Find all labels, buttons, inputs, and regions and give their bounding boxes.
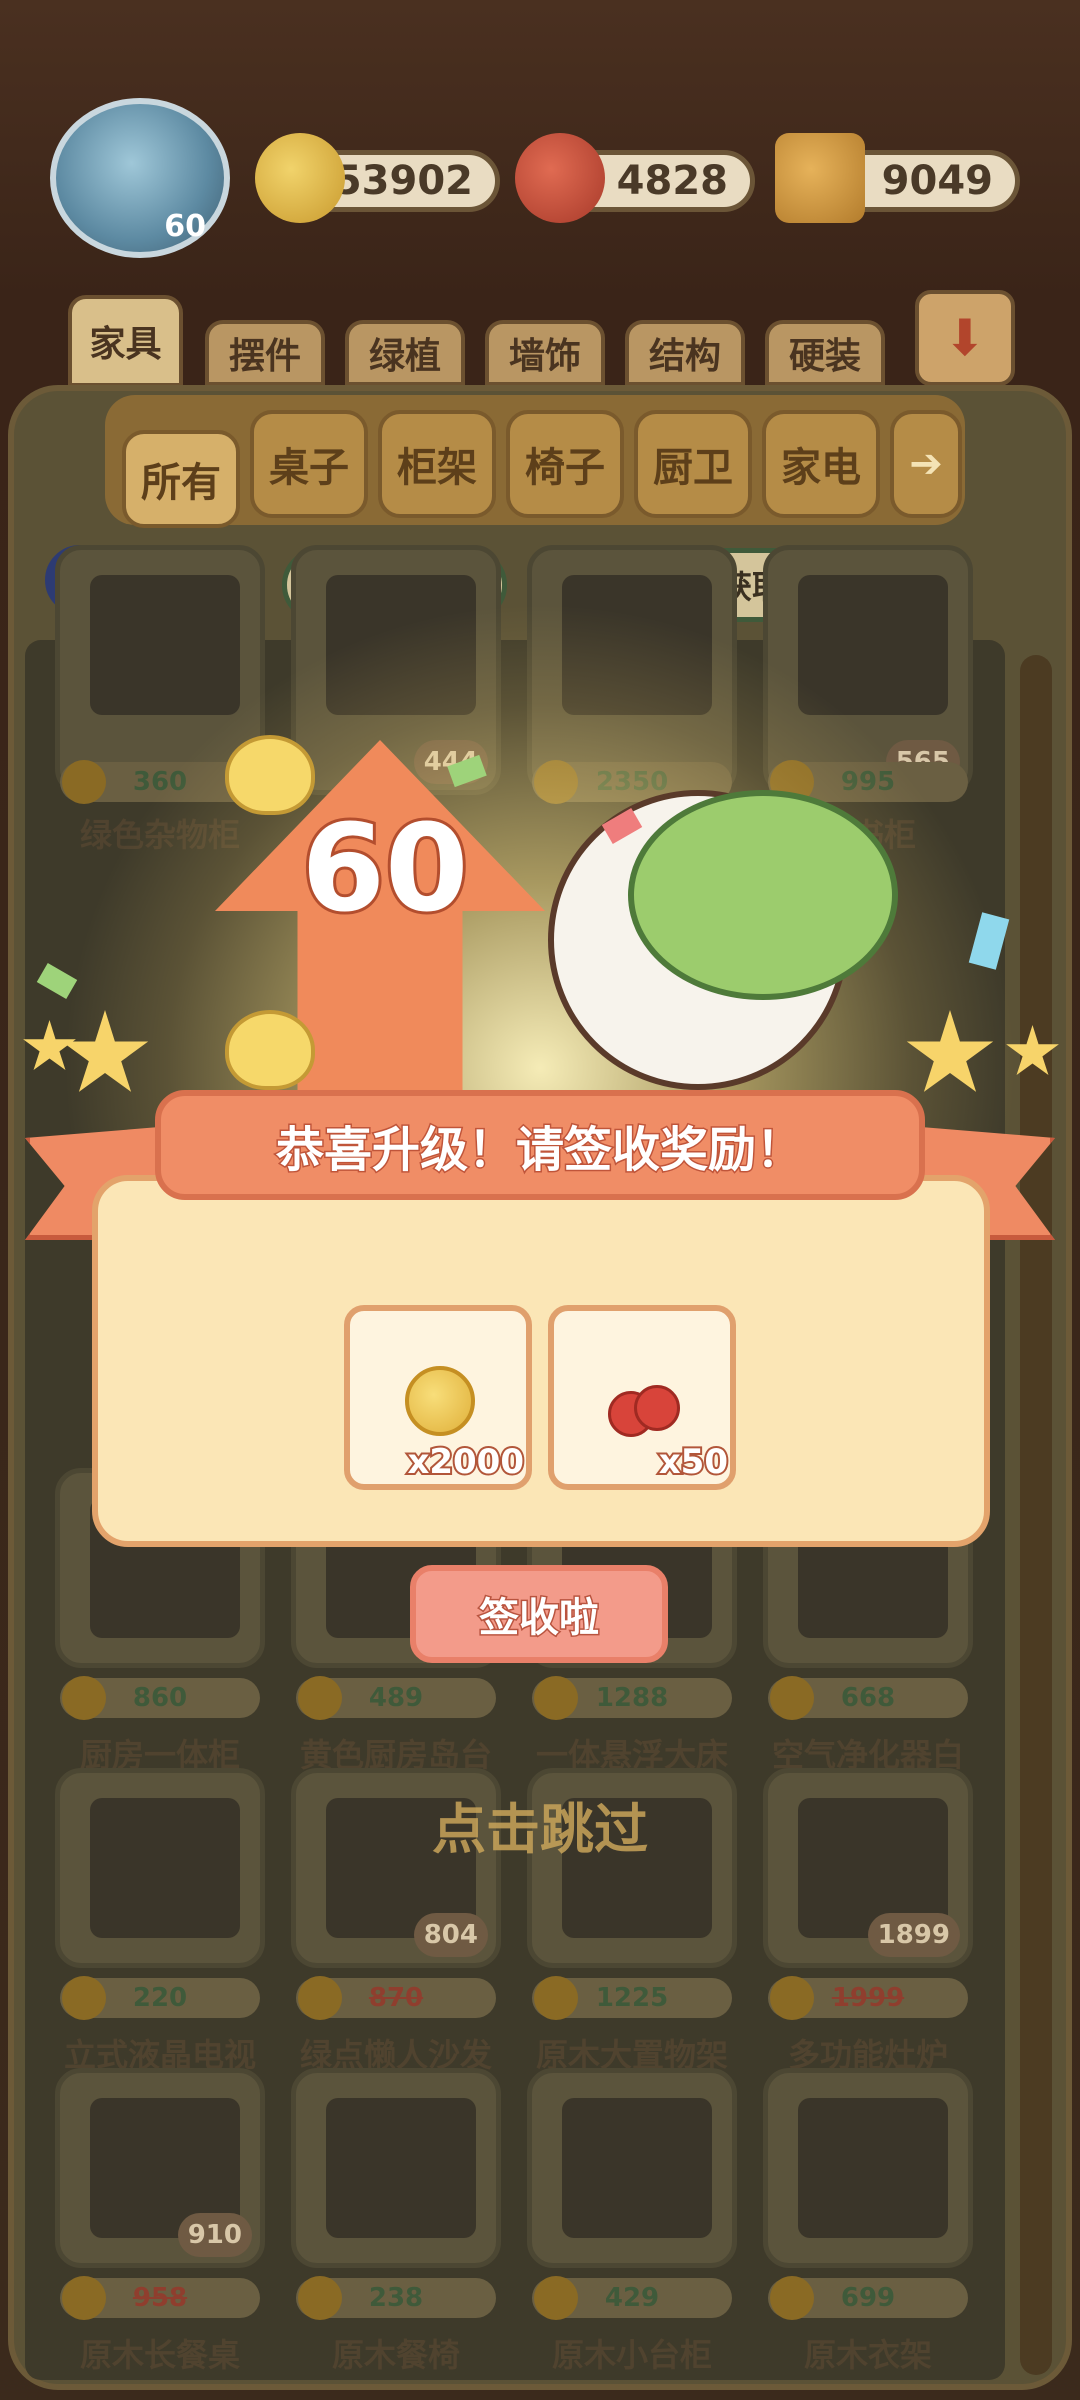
reward-slot-coins: x2000 (344, 1305, 532, 1490)
claim-label: 签收啦 (478, 1594, 601, 1643)
item-image (326, 2098, 476, 2238)
subtab-shelves[interactable]: 柜架 (378, 410, 496, 518)
item-price-value: 870 (368, 1983, 424, 2013)
item-price: 489 (296, 1676, 496, 1720)
skip-hint[interactable]: 点击跳过 (400, 1785, 680, 1864)
item-price-value: 220 (132, 1983, 188, 2013)
item-price: 870 (296, 1976, 496, 2020)
item-price-value: 958 (132, 2283, 188, 2313)
player-level: 60 (164, 209, 206, 244)
subtab-tables[interactable]: 桌子 (250, 410, 368, 518)
item-card[interactable]: 910 (55, 2068, 265, 2268)
subtab-kitchen-bath[interactable]: 厨卫 (634, 410, 752, 518)
item-price: 1225 (532, 1976, 732, 2020)
sale-price-badge: 910 (177, 2213, 252, 2257)
item-price-value: 699 (840, 2283, 896, 2313)
item-price: 958 (60, 2276, 260, 2320)
item-price: 668 (768, 1676, 968, 1720)
item-name: 原木小台柜 (551, 2336, 712, 2374)
item-price-value: 489 (368, 1683, 424, 1713)
down-arrow-icon[interactable]: ⬇ (915, 290, 1015, 386)
item-card[interactable] (527, 2068, 737, 2268)
coin-icon (770, 1676, 814, 1720)
subtab-appliances[interactable]: 家电 (762, 410, 880, 518)
levelup-title: 恭喜升级！请签收奖励！ (274, 1121, 805, 1180)
item-price-value: 1225 (595, 1983, 669, 2013)
coin-icon (255, 133, 345, 223)
book-icon (775, 133, 865, 223)
sale-price-badge: 804 (413, 1913, 488, 1957)
item-name: 原木衣架 (803, 2336, 932, 2374)
item-price-value: 1288 (595, 1683, 669, 1713)
item-price: 860 (60, 1676, 260, 1720)
coin-icon (62, 1976, 106, 2020)
item-price-value: 1999 (831, 1983, 905, 2013)
subtab-chairs[interactable]: 椅子 (506, 410, 624, 518)
coin-icon (770, 1976, 814, 2020)
item-image (562, 2098, 712, 2238)
coin-icon (534, 2276, 578, 2320)
tab-hardware[interactable]: 硬装 (765, 320, 885, 386)
item-name: 原木餐椅 (331, 2336, 460, 2374)
coin-icon (534, 1976, 578, 2020)
tab-ornaments[interactable]: 摆件 (205, 320, 325, 386)
reward-qty: x50 (657, 1440, 730, 1484)
item-card[interactable] (291, 2068, 501, 2268)
coin-icon (62, 1676, 106, 1720)
item-image (90, 1798, 240, 1938)
item-card[interactable] (55, 1768, 265, 1968)
game-screen: { "player": {"level": "60"}, "resources"… (0, 0, 1080, 2400)
coin-amount: 53902 (333, 158, 473, 204)
book-counter[interactable]: 9049 (775, 133, 1020, 223)
item-price-value: 668 (840, 1683, 896, 1713)
chick-icon (225, 735, 315, 815)
item-card[interactable]: 1899 (763, 1768, 973, 1968)
sale-price-badge: 1899 (867, 1913, 960, 1957)
item-card[interactable] (763, 2068, 973, 2268)
tab-furniture[interactable]: 家具 (68, 295, 183, 387)
cherry-icon (515, 133, 605, 223)
item-price: 1999 (768, 1976, 968, 2020)
mascot-hair (628, 790, 898, 1000)
book-amount: 9049 (881, 158, 993, 204)
coin-icon (298, 1676, 342, 1720)
scrollbar[interactable] (1020, 655, 1052, 2375)
cherry-icon (604, 1371, 684, 1441)
right-arrow-icon[interactable]: ➔ (890, 410, 962, 518)
tab-plants[interactable]: 绿植 (345, 320, 465, 386)
new-level: 60 (299, 797, 472, 942)
coin-icon (405, 1366, 475, 1436)
item-price: 1288 (532, 1676, 732, 1720)
cherry-amount: 4828 (616, 158, 728, 204)
subtab-all[interactable]: 所有 (122, 430, 240, 528)
reward-slot-cherries: x50 (548, 1305, 736, 1490)
item-name: 原木长餐桌 (79, 2336, 240, 2374)
item-price: 220 (60, 1976, 260, 2020)
coin-icon (534, 1676, 578, 1720)
item-price-value: 860 (132, 1683, 188, 1713)
tab-wall-decor[interactable]: 墙饰 (485, 320, 605, 386)
item-price-value: 238 (368, 2283, 424, 2313)
reward-qty: x2000 (405, 1440, 526, 1484)
cherry-counter[interactable]: 4828 (515, 133, 755, 223)
coin-icon (770, 2276, 814, 2320)
coin-icon (62, 2276, 106, 2320)
item-price: 429 (532, 2276, 732, 2320)
claim-button[interactable]: 签收啦 (410, 1565, 668, 1663)
coin-counter[interactable]: 53902 (255, 133, 500, 223)
coin-icon (298, 2276, 342, 2320)
player-avatar[interactable]: 60 (50, 98, 230, 258)
item-price-value: 429 (604, 2283, 660, 2313)
item-price: 238 (296, 2276, 496, 2320)
coin-icon (298, 1976, 342, 2020)
tab-structure[interactable]: 结构 (625, 320, 745, 386)
levelup-banner: 恭喜升级！请签收奖励！ (155, 1090, 925, 1200)
item-price: 699 (768, 2276, 968, 2320)
reward-box (92, 1175, 990, 1547)
chick-icon (225, 1010, 315, 1090)
item-image (798, 2098, 948, 2238)
